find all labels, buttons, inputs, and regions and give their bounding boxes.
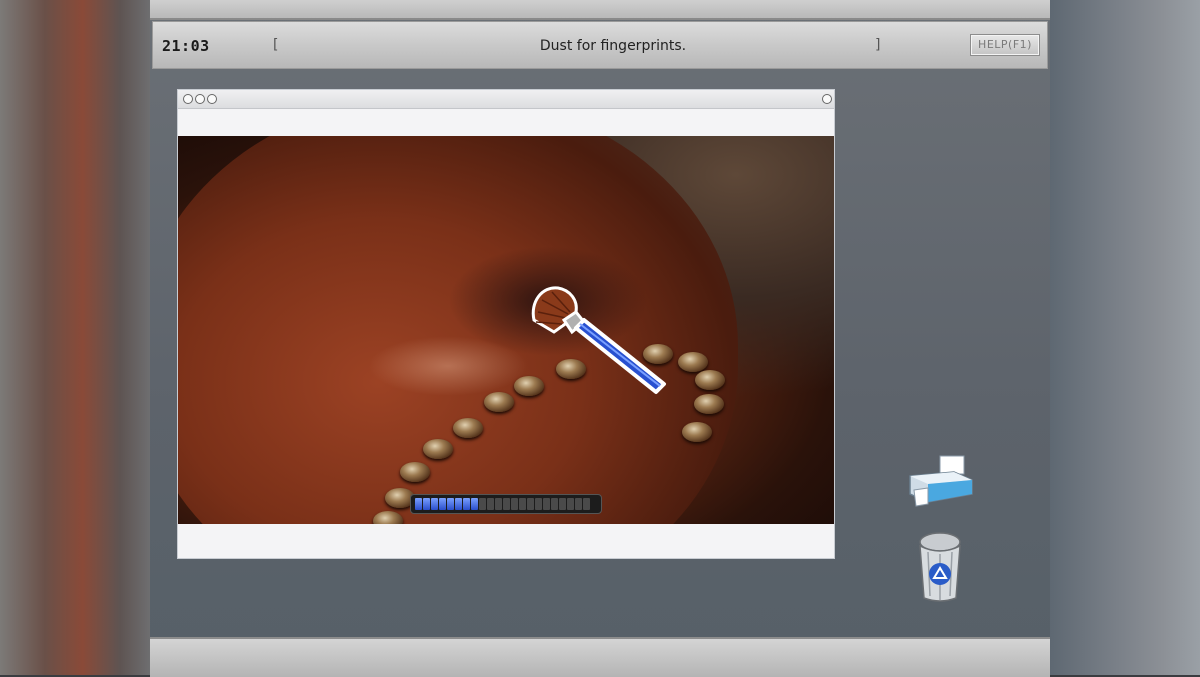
help-button[interactable]: HELP(F1) xyxy=(970,34,1040,56)
progress-segment xyxy=(431,498,438,510)
stud xyxy=(678,352,708,372)
progress-segment xyxy=(495,498,502,510)
dusting-progress-bar xyxy=(410,494,602,514)
window-dot-icon[interactable] xyxy=(195,94,205,104)
top-strip xyxy=(150,0,1050,20)
progress-segment xyxy=(551,498,558,510)
progress-segment xyxy=(503,498,510,510)
clock: 21:03 xyxy=(162,37,210,55)
progress-segment xyxy=(567,498,574,510)
progress-segment xyxy=(543,498,550,510)
progress-segment xyxy=(487,498,494,510)
stud xyxy=(400,462,430,482)
evidence-photo[interactable] xyxy=(178,136,834,524)
progress-segment xyxy=(455,498,462,510)
progress-segment xyxy=(423,498,430,510)
progress-segment xyxy=(471,498,478,510)
printer-icon[interactable] xyxy=(906,454,976,510)
stud xyxy=(694,394,724,414)
game-screen: 21:03 [ Dust for fingerprints. ] HELP(F1… xyxy=(150,0,1050,677)
progress-segment xyxy=(415,498,422,510)
progress-segment xyxy=(447,498,454,510)
stud xyxy=(484,392,514,412)
progress-segment xyxy=(559,498,566,510)
background-left xyxy=(0,0,150,675)
stud xyxy=(695,370,725,390)
task-bracket-open: [ xyxy=(273,37,279,53)
evidence-viewer-window xyxy=(177,89,835,559)
progress-segment xyxy=(535,498,542,510)
task-text: Dust for fingerprints. xyxy=(539,38,687,54)
bottom-bar xyxy=(150,637,1050,677)
stud xyxy=(682,422,712,442)
leather-highlight xyxy=(368,336,528,396)
window-dot-icon[interactable] xyxy=(207,94,217,104)
progress-segment xyxy=(439,498,446,510)
progress-segment xyxy=(575,498,582,510)
progress-segment xyxy=(583,498,590,510)
stud xyxy=(423,439,453,459)
window-close-dot-icon[interactable] xyxy=(822,94,832,104)
stud xyxy=(373,511,403,524)
progress-segment xyxy=(511,498,518,510)
dusting-brush-icon[interactable] xyxy=(524,282,674,402)
window-dot-icon[interactable] xyxy=(183,94,193,104)
progress-segment xyxy=(519,498,526,510)
task-bracket-close: ] xyxy=(875,37,881,53)
recycle-bin-icon[interactable] xyxy=(914,526,966,604)
progress-segment xyxy=(479,498,486,510)
progress-segment xyxy=(527,498,534,510)
stud xyxy=(453,418,483,438)
background-right xyxy=(1050,0,1200,675)
progress-segment xyxy=(463,498,470,510)
top-bar: 21:03 [ Dust for fingerprints. ] HELP(F1… xyxy=(152,21,1048,69)
viewer-title-bar xyxy=(178,90,834,109)
